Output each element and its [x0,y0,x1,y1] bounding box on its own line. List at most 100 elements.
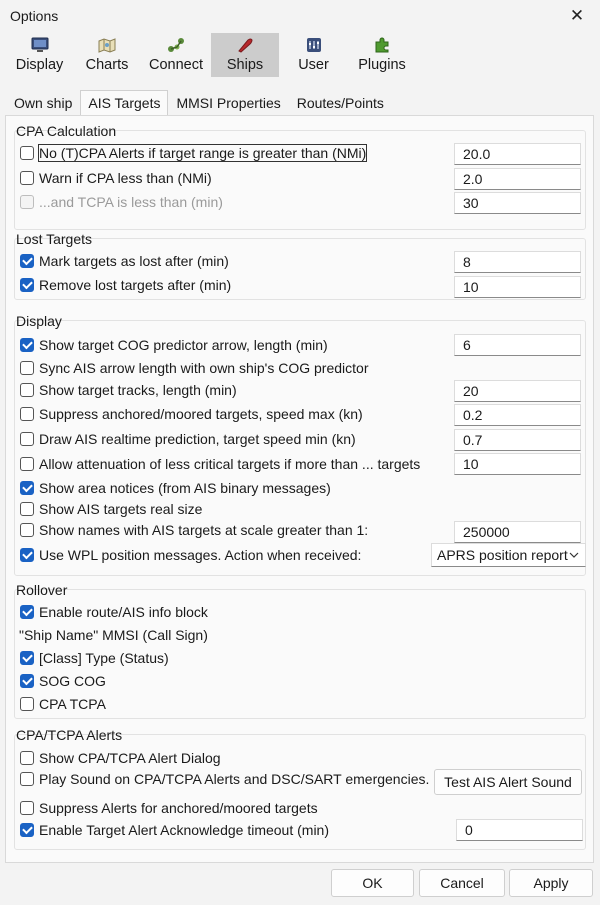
sog-cog-row[interactable]: SOG COG [20,673,106,689]
warn-cpa-label: Warn if CPA less than (NMi) [39,170,212,186]
suppress-anchored-row[interactable]: Suppress anchored/moored targets, speed … [20,406,363,422]
real-size-label: Show AIS targets real size [39,501,203,517]
realtime-prediction-input[interactable] [454,429,581,451]
wpl-label: Use WPL position messages. Action when r… [39,547,362,563]
cog-arrow-input[interactable] [454,334,581,356]
tracks-input[interactable] [454,380,581,402]
cpa-tcpa-checkbox[interactable] [20,697,34,711]
cog-arrow-checkbox[interactable] [20,338,34,352]
tab-mmsi-properties[interactable]: MMSI Properties [168,90,288,115]
ship-name-label: "Ship Name" MMSI (Call Sign) [19,627,208,643]
suppress-anchored-input[interactable] [454,404,581,426]
realtime-prediction-label: Draw AIS realtime prediction, target spe… [39,431,356,447]
apply-button[interactable]: Apply [509,869,593,897]
attenuation-input[interactable] [454,453,581,475]
tab-ais-targets[interactable]: AIS Targets [80,90,169,115]
enable-info-block-row[interactable]: Enable route/AIS info block [20,604,208,620]
tcpa-checkbox [20,195,34,209]
sync-arrow-row[interactable]: Sync AIS arrow length with own ship's CO… [20,360,368,376]
ack-timeout-row[interactable]: Enable Target Alert Acknowledge timeout … [20,822,329,838]
show-alert-dialog-row[interactable]: Show CPA/TCPA Alert Dialog [20,750,221,766]
tracks-label: Show target tracks, length (min) [39,382,237,398]
remove-lost-input[interactable] [454,276,581,298]
wpl-row[interactable]: Use WPL position messages. Action when r… [20,547,361,563]
real-size-row[interactable]: Show AIS targets real size [20,501,202,517]
ack-timeout-checkbox[interactable] [20,823,34,837]
suppress-alerts-checkbox[interactable] [20,801,34,815]
group-title: Rollover [16,582,68,598]
category-toolbar: Display Charts Connect Ships User Plugin… [6,33,416,77]
close-icon[interactable]: ✕ [564,3,590,29]
test-alert-sound-button[interactable]: Test AIS Alert Sound [434,769,582,795]
play-sound-checkbox[interactable] [20,772,34,786]
cog-arrow-label: Show target COG predictor arrow, length … [39,337,328,353]
tracks-checkbox[interactable] [20,383,34,397]
remove-lost-checkbox[interactable] [20,278,34,292]
real-size-checkbox[interactable] [20,502,34,516]
toolbar-ships[interactable]: Ships [211,33,279,77]
ok-button[interactable]: OK [331,869,414,897]
group-title: CPA Calculation [16,123,117,139]
class-type-label: [Class] Type (Status) [39,650,169,666]
toolbar-label: User [298,57,329,73]
names-scale-row[interactable]: Show names with AIS targets at scale gre… [20,522,368,538]
cancel-button[interactable]: Cancel [419,869,505,897]
names-scale-input[interactable] [454,521,581,543]
enable-info-block-label: Enable route/AIS info block [39,604,208,620]
wpl-checkbox[interactable] [20,548,34,562]
warn-cpa-input[interactable] [454,168,581,190]
tab-bar: Own ship AIS Targets MMSI Properties Rou… [6,90,392,115]
group-title: CPA/TCPA Alerts [16,727,123,743]
area-notices-checkbox[interactable] [20,481,34,495]
realtime-prediction-checkbox[interactable] [20,432,34,446]
mark-lost-label: Mark targets as lost after (min) [39,253,229,269]
suppress-anchored-checkbox[interactable] [20,407,34,421]
remove-lost-row[interactable]: Remove lost targets after (min) [20,277,231,293]
mark-lost-input[interactable] [454,251,581,273]
toolbar-charts[interactable]: Charts [73,33,141,77]
attenuation-row[interactable]: Allow attenuation of less critical targe… [20,456,420,472]
ais-targets-panel: CPA Calculation No (T)CPA Alerts if targ… [5,115,594,863]
cpa-range-input[interactable] [454,143,581,165]
no-cpa-alerts-label: No (T)CPA Alerts if target range is grea… [37,144,368,162]
mark-lost-row[interactable]: Mark targets as lost after (min) [20,253,229,269]
sync-arrow-checkbox[interactable] [20,361,34,375]
show-alert-dialog-checkbox[interactable] [20,751,34,765]
suppress-alerts-row[interactable]: Suppress Alerts for anchored/moored targ… [20,800,318,816]
ack-timeout-label: Enable Target Alert Acknowledge timeout … [39,822,330,838]
toolbar-display[interactable]: Display [6,33,73,77]
tracks-row[interactable]: Show target tracks, length (min) [20,382,237,398]
wpl-action-select[interactable]: APRS position report [431,543,586,567]
mark-lost-checkbox[interactable] [20,254,34,268]
sog-cog-checkbox[interactable] [20,674,34,688]
ack-timeout-input[interactable] [456,819,583,841]
tab-routes-points[interactable]: Routes/Points [289,90,392,115]
no-cpa-alerts-checkbox[interactable] [20,146,34,160]
realtime-prediction-row[interactable]: Draw AIS realtime prediction, target spe… [20,431,356,447]
group-title: Lost Targets [16,231,93,247]
play-sound-row[interactable]: Play Sound on CPA/TCPA Alerts and DSC/SA… [20,771,429,787]
class-type-row[interactable]: [Class] Type (Status) [20,650,169,666]
no-cpa-alerts-row[interactable]: No (T)CPA Alerts if target range is grea… [20,144,368,162]
remove-lost-label: Remove lost targets after (min) [39,277,232,293]
toolbar-user[interactable]: User [279,33,348,77]
enable-info-block-checkbox[interactable] [20,605,34,619]
wpl-action-value: APRS position report [437,547,568,563]
cog-arrow-row[interactable]: Show target COG predictor arrow, length … [20,337,328,353]
toolbar-label: Charts [85,57,129,73]
ships-icon [238,38,253,53]
toolbar-label: Connect [148,57,203,73]
warn-cpa-checkbox[interactable] [20,171,34,185]
toolbar-connect[interactable]: Connect [141,33,211,77]
names-scale-checkbox[interactable] [20,523,34,537]
tcpa-input[interactable] [454,192,581,214]
attenuation-checkbox[interactable] [20,457,34,471]
attenuation-label: Allow attenuation of less critical targe… [39,456,421,472]
class-type-checkbox[interactable] [20,651,34,665]
cpa-tcpa-row[interactable]: CPA TCPA [20,696,106,712]
tab-own-ship[interactable]: Own ship [6,90,80,115]
toolbar-label: Plugins [358,57,406,73]
warn-cpa-row[interactable]: Warn if CPA less than (NMi) [20,170,212,186]
toolbar-plugins[interactable]: Plugins [348,33,416,77]
area-notices-row[interactable]: Show area notices (from AIS binary messa… [20,480,331,496]
